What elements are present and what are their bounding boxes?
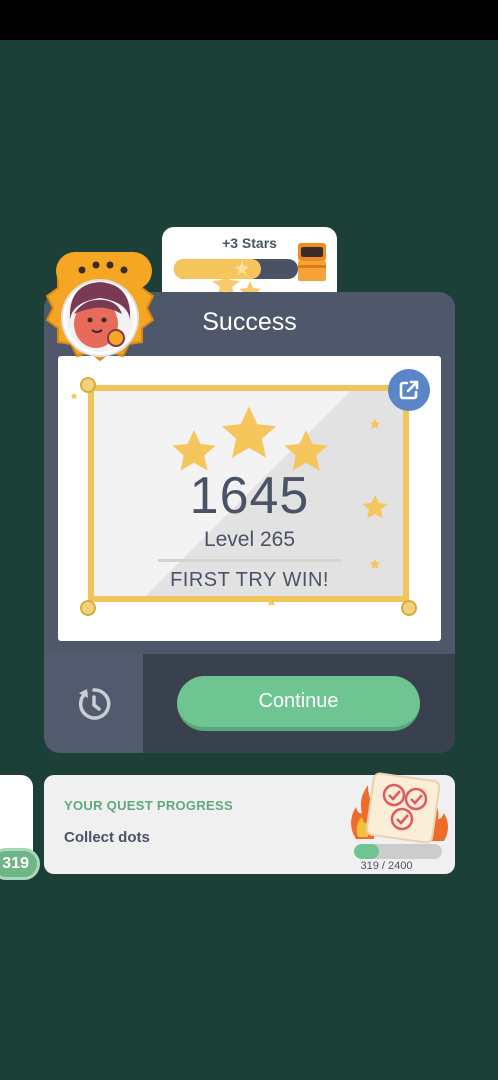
avatar-icon: [45, 252, 155, 362]
quest-description: Collect dots: [64, 829, 150, 846]
share-icon: [399, 380, 419, 400]
quest-card[interactable]: YOUR QUEST PROGRESS Collect dots 319 / 2…: [44, 772, 455, 874]
sparkle-icon: [369, 418, 381, 429]
quest-side-badge: 319: [0, 848, 40, 880]
treasure-chest-icon: [298, 243, 326, 281]
quest-scroll-icon: [351, 772, 448, 844]
result-panel: 1645 Level 265 FIRST TRY WIN!: [58, 356, 441, 641]
sparkle-icon: [70, 392, 78, 400]
frame-corner: [80, 600, 96, 616]
frame-corner: [80, 377, 96, 393]
divider: [158, 559, 341, 562]
first-try-message: FIRST TRY WIN!: [170, 569, 329, 591]
quest-title: YOUR QUEST PROGRESS: [64, 798, 233, 813]
sparkle-icon: [266, 596, 277, 606]
replay-button[interactable]: [44, 654, 143, 753]
score-value: 1645: [189, 467, 310, 525]
star-icon: [221, 406, 277, 458]
frame-corner: [401, 600, 417, 616]
share-button[interactable]: [388, 369, 430, 411]
quest-progress-count: 319 / 2400: [360, 860, 413, 872]
status-bar: [0, 0, 498, 40]
replay-icon: [78, 687, 110, 720]
action-bar: Continue: [44, 654, 455, 753]
continue-button[interactable]: Continue: [177, 676, 420, 731]
level-label: Level 265: [203, 528, 296, 551]
